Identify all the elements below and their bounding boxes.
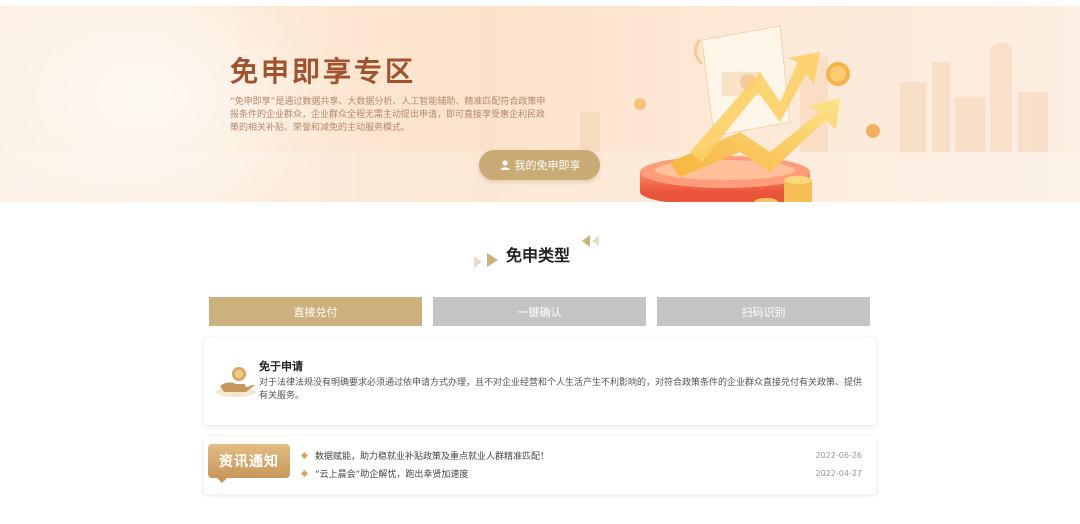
city-building bbox=[900, 82, 926, 152]
floating-coin bbox=[634, 98, 646, 110]
bullet-icon bbox=[300, 469, 309, 477]
banner-description: “免申即享”是通过数据共享、大数据分析、人工智能辅助、精准匹配符合政策申报条件的… bbox=[230, 97, 546, 133]
city-tower bbox=[990, 42, 1012, 152]
my-exemption-button-label: 我的免申即享 bbox=[514, 159, 581, 172]
page: 免申即享专区 “免申即享”是通过数据共享、大数据分析、人工智能辅助、精准匹配符合… bbox=[0, 0, 1080, 524]
banner-title: 免申即享专区 bbox=[230, 55, 417, 88]
news-item-title[interactable]: “云上晨会”助企解忧，跑出幸贤加速度 bbox=[315, 467, 808, 480]
news-item[interactable]: 数据赋能，助力稳就业补贴政策及重点就业人群精准匹配！ 2022-06-26 bbox=[300, 448, 863, 462]
tab-scan-recognition[interactable]: 扫码识别 bbox=[657, 297, 870, 326]
news-item[interactable]: “云上晨会”助企解忧，跑出幸贤加速度 2022-04-27 bbox=[300, 466, 863, 480]
user-icon bbox=[500, 160, 509, 170]
news-badge-label: 资讯通知 bbox=[208, 444, 290, 478]
decor-triangle bbox=[592, 236, 599, 246]
decor-triangle bbox=[582, 235, 590, 247]
city-building bbox=[580, 112, 600, 152]
news-item-date: 2022-04-27 bbox=[815, 468, 863, 478]
my-exemption-button[interactable]: 我的免申即享 bbox=[479, 150, 600, 180]
news-badge-tail bbox=[216, 477, 228, 483]
exemption-card: 免于申请 对于法律法规没有明确要求必须通过依申请方式办理，且不对企业经营和个人生… bbox=[204, 338, 876, 425]
news-panel: 资讯通知 数据赋能，助力稳就业补贴政策及重点就业人群精准匹配！ 2022-06-… bbox=[204, 436, 876, 494]
news-item-title[interactable]: 数据赋能，助力稳就业补贴政策及重点就业人群精准匹配！ bbox=[315, 449, 808, 462]
section-title: 免申类型 bbox=[506, 246, 571, 265]
floating-coin bbox=[866, 124, 880, 138]
card-title: 免于申请 bbox=[259, 360, 303, 373]
hand-coin-icon bbox=[216, 367, 256, 397]
card-description: 对于法律法规没有明确要求必须通过依申请方式办理，且不对企业经营和个人生活产生不利… bbox=[259, 378, 863, 401]
tab-one-click-confirm[interactable]: 一键确认 bbox=[433, 297, 646, 326]
tab-direct-payment[interactable]: 直接兑付 bbox=[209, 297, 422, 326]
city-building bbox=[932, 62, 950, 152]
decor-triangle bbox=[487, 253, 498, 267]
bullet-icon bbox=[300, 451, 309, 459]
decor-triangle bbox=[474, 256, 482, 268]
news-badge: 资讯通知 bbox=[208, 444, 290, 484]
city-building bbox=[955, 97, 985, 152]
banner-illustration bbox=[640, 25, 850, 202]
banner: 免申即享专区 “免申即享”是通过数据共享、大数据分析、人工智能辅助、精准匹配符合… bbox=[0, 6, 1080, 202]
city-building bbox=[1018, 92, 1048, 152]
news-item-date: 2022-06-26 bbox=[815, 450, 863, 460]
